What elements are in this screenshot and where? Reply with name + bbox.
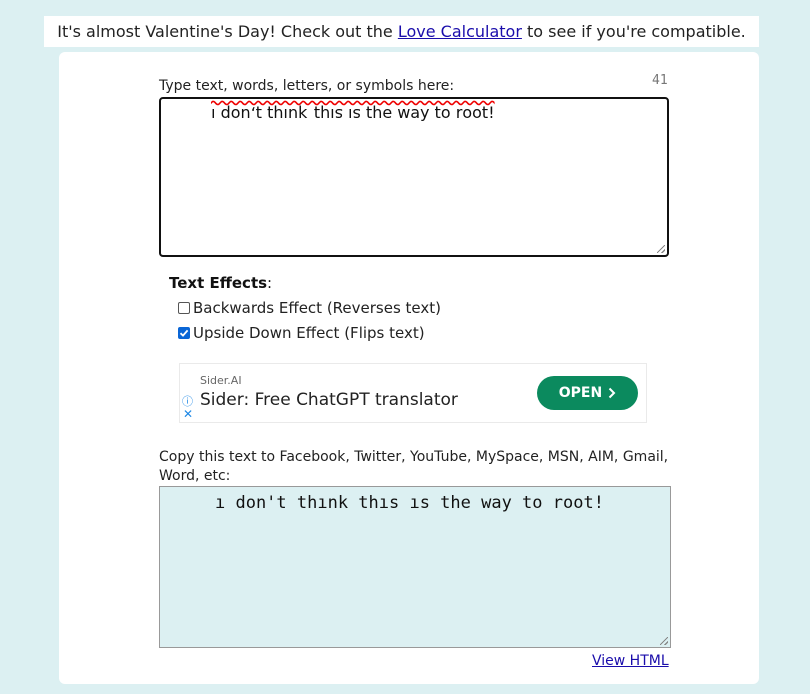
ad-headline[interactable]: Sider: Free ChatGPT translator: [200, 390, 458, 410]
input-text-value: ¡ʇooɹ oʇ ʎɐʍ ǝɥʇ sı sıɥʇ ʞuıɥʇ ʇ,uop ı: [211, 105, 495, 124]
output-resize-handle[interactable]: [660, 637, 668, 645]
chevron-right-icon: [609, 387, 616, 399]
promo-banner: It's almost Valentine's Day! Check out t…: [44, 16, 759, 47]
ad-open-button[interactable]: OPEN: [537, 376, 638, 410]
upside-down-effect-label: Upside Down Effect (Flips text): [193, 324, 425, 342]
effects-title-text: Text Effects: [169, 274, 268, 292]
backwards-effect-label: Backwards Effect (Reverses text): [193, 299, 442, 317]
output-text-value: ı don't thınk thıs ıs the way to root!: [215, 493, 604, 513]
backwards-effect-checkbox[interactable]: [178, 302, 190, 314]
upside-down-effect-checkbox[interactable]: [178, 327, 190, 339]
output-label: Copy this text to Facebook, Twitter, You…: [159, 449, 669, 484]
resize-handle[interactable]: [657, 245, 665, 253]
input-label: Type text, words, letters, or symbols he…: [159, 78, 455, 94]
banner-suffix: to see if you're compatible.: [521, 22, 746, 41]
output-textarea[interactable]: ı don't thınk thıs ıs the way to root!: [159, 486, 671, 648]
love-calculator-link[interactable]: Love Calculator: [398, 22, 522, 41]
char-count: 41: [652, 73, 668, 88]
effects-title-colon: :: [267, 274, 273, 292]
banner-prefix: It's almost Valentine's Day! Check out t…: [57, 22, 398, 41]
text-input[interactable]: ¡ʇooɹ oʇ ʎɐʍ ǝɥʇ sı sıɥʇ ʞuıɥʇ ʇ,uop ı: [159, 97, 669, 257]
view-html-link[interactable]: View HTML: [592, 653, 669, 669]
close-icon[interactable]: ✕: [183, 407, 193, 421]
main-card: Type text, words, letters, or symbols he…: [59, 52, 759, 684]
ad-open-label: OPEN: [558, 385, 603, 401]
backwards-effect-option[interactable]: Backwards Effect (Reverses text): [178, 299, 441, 317]
advertisement[interactable]: Sider.AI ⓘ ✕ Sider: Free ChatGPT transla…: [179, 363, 647, 423]
effects-title: Text Effects:: [169, 274, 272, 292]
ad-brand: Sider.AI: [200, 374, 242, 387]
upside-down-effect-option[interactable]: Upside Down Effect (Flips text): [178, 324, 425, 342]
